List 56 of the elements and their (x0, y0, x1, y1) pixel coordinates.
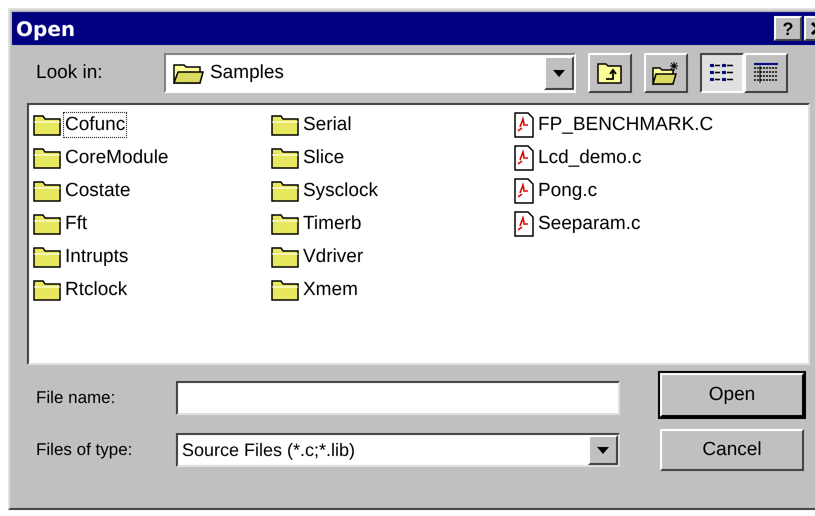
file-name[interactable]: Seeparam.c (536, 211, 642, 237)
folder-name[interactable]: CoreModule (63, 145, 170, 171)
caret-icon (553, 70, 565, 76)
file-name-field[interactable] (176, 381, 620, 415)
file-type-value: Source Files (*.c;*.lib) (182, 438, 356, 462)
caret-icon (597, 446, 609, 454)
folder-icon (33, 213, 61, 235)
dropdown-button[interactable] (588, 435, 618, 465)
folder-icon (271, 213, 299, 235)
folder-icon (33, 279, 61, 301)
list-view-button[interactable] (700, 53, 744, 93)
folder-icon (271, 147, 299, 169)
look-in-label: Look in: (36, 60, 104, 85)
up-folder-button[interactable] (588, 53, 632, 93)
folder-icon (33, 246, 61, 268)
file-type-dropdown[interactable]: Source Files (*.c;*.lib) (176, 433, 620, 467)
folder-icon (33, 180, 61, 202)
folder-name[interactable]: Serial (301, 112, 354, 138)
folder-name[interactable]: Vdriver (301, 244, 366, 270)
c-file-icon (514, 178, 534, 204)
folder-name[interactable]: Timerb (301, 211, 364, 237)
dropdown-button[interactable] (544, 56, 574, 90)
help-button[interactable]: ? (774, 16, 802, 41)
c-file-icon (514, 112, 534, 138)
folder-name[interactable]: Costate (63, 178, 132, 204)
look-in-value: Samples (210, 60, 285, 85)
folder-icon (271, 279, 299, 301)
folder-name[interactable]: Sysclock (301, 178, 380, 204)
look-in-dropdown[interactable]: Samples (164, 53, 576, 93)
folder-icon (271, 180, 299, 202)
folder-name[interactable]: Fft (63, 211, 90, 237)
folder-icon (271, 246, 299, 268)
dialog-button[interactable]: Open (660, 373, 804, 417)
folder-name[interactable]: Rtclock (63, 277, 130, 303)
folder-icon (33, 114, 61, 136)
folder-name[interactable]: Xmem (301, 277, 360, 303)
window-title: Open (16, 16, 76, 42)
file-name[interactable]: Pong.c (536, 178, 600, 204)
folder-name[interactable]: Intrupts (63, 244, 130, 270)
file-name[interactable]: Lcd_demo.c (536, 145, 644, 171)
details-view-icon (753, 62, 779, 84)
c-file-icon (514, 211, 534, 237)
new-folder-icon (652, 61, 680, 85)
new-folder-button[interactable] (644, 53, 688, 93)
folder-icon (33, 147, 61, 169)
list-view-icon (709, 62, 735, 84)
up-folder-icon (597, 62, 623, 84)
dialog-button[interactable]: Cancel (660, 429, 804, 471)
folder-name[interactable]: Slice (301, 145, 346, 171)
details-view-button[interactable] (744, 53, 788, 93)
file-name[interactable]: FP_BENCHMARK.C (536, 112, 716, 138)
file-type-label: Files of type: (36, 439, 134, 462)
folder-name[interactable]: Cofunc (63, 112, 128, 138)
c-file-icon (514, 145, 534, 171)
file-name-label: File name: (36, 387, 116, 410)
folder-icon (271, 114, 299, 136)
